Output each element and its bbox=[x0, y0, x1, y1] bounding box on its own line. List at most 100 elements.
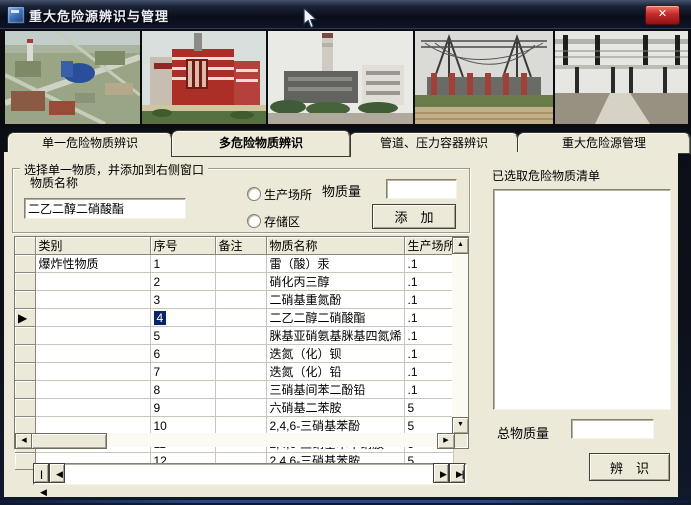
cell-category[interactable] bbox=[35, 381, 150, 399]
tab-single-substance[interactable]: 单一危险物质辨识 bbox=[8, 133, 172, 153]
hscroll-thumb[interactable] bbox=[31, 433, 107, 449]
cell-name[interactable]: 雷（酸）汞 bbox=[266, 255, 404, 273]
cell-seq[interactable]: 8 bbox=[150, 381, 215, 399]
cell-category[interactable] bbox=[35, 363, 150, 381]
cell-note[interactable] bbox=[215, 255, 266, 273]
cell-category[interactable] bbox=[35, 273, 150, 291]
row-indicator[interactable] bbox=[15, 273, 35, 291]
row-indicator[interactable] bbox=[15, 417, 35, 435]
row-indicator[interactable] bbox=[15, 381, 35, 399]
cell-name[interactable]: 二硝基重氮酚 bbox=[266, 291, 404, 309]
quantity-input[interactable] bbox=[386, 179, 457, 199]
cell-site-value[interactable]: 5 bbox=[404, 399, 453, 417]
record-first-button[interactable]: |◀ bbox=[33, 463, 49, 483]
cell-site-value[interactable]: .1 bbox=[404, 309, 453, 327]
tab-hazard-management[interactable]: 重大危险源管理 bbox=[518, 133, 690, 153]
cell-category[interactable]: 爆炸性物质 bbox=[35, 255, 150, 273]
cell-category[interactable] bbox=[35, 345, 150, 363]
row-indicator[interactable] bbox=[15, 363, 35, 381]
cell-name[interactable]: 迭氮（化）钡 bbox=[266, 345, 404, 363]
row-indicator[interactable] bbox=[15, 345, 35, 363]
cell-site-value[interactable]: .1 bbox=[404, 381, 453, 399]
table-row[interactable]: 9 六硝基二苯胺5 bbox=[15, 399, 453, 417]
table-row[interactable]: 10 2,4,6-三硝基苯酚5 bbox=[15, 417, 453, 435]
column-header-category[interactable]: 类别 bbox=[35, 237, 150, 255]
cell-name[interactable]: 迭氮（化）铅 bbox=[266, 363, 404, 381]
cell-site-value[interactable]: .1 bbox=[404, 363, 453, 381]
cell-site-value[interactable]: .1 bbox=[404, 291, 453, 309]
cell-seq[interactable]: 9 bbox=[150, 399, 215, 417]
cell-site-value[interactable]: .1 bbox=[404, 273, 453, 291]
scroll-up-button[interactable]: ▲ bbox=[452, 237, 469, 254]
add-button[interactable]: 添 加 bbox=[372, 204, 456, 229]
cell-name[interactable]: 三硝基间苯二酚铅 bbox=[266, 381, 404, 399]
row-indicator[interactable]: ▶ bbox=[15, 309, 35, 327]
table-row[interactable]: 3 二硝基重氮酚.1 bbox=[15, 291, 453, 309]
record-last-button[interactable]: ▶| bbox=[449, 463, 465, 483]
table-row[interactable]: 2 硝化丙三醇.1 bbox=[15, 273, 453, 291]
cell-note[interactable] bbox=[215, 291, 266, 309]
column-header-seq[interactable]: 序号 bbox=[150, 237, 215, 255]
cell-note[interactable] bbox=[215, 363, 266, 381]
radio-storage-area[interactable] bbox=[247, 214, 261, 228]
row-indicator[interactable] bbox=[15, 255, 35, 273]
cell-note[interactable] bbox=[215, 309, 266, 327]
cell-site-value[interactable]: 5 bbox=[404, 417, 453, 435]
cell-note[interactable] bbox=[215, 345, 266, 363]
table-row[interactable]: 8 三硝基间苯二酚铅.1 bbox=[15, 381, 453, 399]
radio-production-site[interactable] bbox=[247, 187, 261, 201]
cell-name[interactable]: 六硝基二苯胺 bbox=[266, 399, 404, 417]
cell-site-value[interactable]: .1 bbox=[404, 255, 453, 273]
scroll-right-button[interactable]: ▶ bbox=[437, 433, 455, 449]
table-row[interactable]: 7 迭氮（化）铅.1 bbox=[15, 363, 453, 381]
record-prev-button[interactable]: ◀ bbox=[49, 463, 65, 483]
cell-name[interactable]: 硝化丙三醇 bbox=[266, 273, 404, 291]
scroll-down-button[interactable]: ▼ bbox=[452, 417, 469, 434]
record-next-button[interactable]: ▶ bbox=[433, 463, 449, 483]
grid-vscrollbar[interactable] bbox=[452, 237, 467, 432]
column-header-site[interactable]: 生产场所 bbox=[404, 237, 453, 255]
cell-category[interactable] bbox=[35, 291, 150, 309]
table-row[interactable]: 爆炸性物质1 雷（酸）汞.1 bbox=[15, 255, 453, 273]
column-header-note[interactable]: 备注 bbox=[215, 237, 266, 255]
cell-name[interactable]: 2,4,6-三硝基苯酚 bbox=[266, 417, 404, 435]
cell-name[interactable]: 二乙二醇二硝酸酯 bbox=[266, 309, 404, 327]
cell-seq[interactable]: 4 bbox=[150, 309, 215, 327]
substance-name-input[interactable] bbox=[24, 198, 186, 219]
cell-category[interactable] bbox=[35, 399, 150, 417]
cell-site-value[interactable]: .1 bbox=[404, 327, 453, 345]
table-row[interactable]: 5 脒基亚硝氨基脒基四氮烯.1 bbox=[15, 327, 453, 345]
cell-category[interactable] bbox=[35, 309, 150, 327]
cell-site-value[interactable]: .1 bbox=[404, 345, 453, 363]
cell-seq[interactable]: 7 bbox=[150, 363, 215, 381]
radio-storage-label[interactable]: 存储区 bbox=[264, 213, 300, 230]
row-indicator[interactable] bbox=[15, 327, 35, 345]
cell-name[interactable]: 脒基亚硝氨基脒基四氮烯 bbox=[266, 327, 404, 345]
tab-multi-substance[interactable]: 多危险物质辨识 bbox=[172, 131, 350, 156]
close-button[interactable]: ✕ bbox=[645, 5, 680, 25]
cell-note[interactable] bbox=[215, 381, 266, 399]
row-indicator[interactable] bbox=[15, 453, 35, 470]
cell-seq[interactable]: 2 bbox=[150, 273, 215, 291]
table-row[interactable]: ▶ 4 二乙二醇二硝酸酯.1 bbox=[15, 309, 453, 327]
tab-pipe-vessel[interactable]: 管道、压力容器辨识 bbox=[350, 133, 518, 153]
total-quantity-input[interactable] bbox=[571, 419, 654, 439]
cell-note[interactable] bbox=[215, 273, 266, 291]
cell-seq[interactable]: 1 bbox=[150, 255, 215, 273]
radio-production-label[interactable]: 生产场所 bbox=[264, 186, 312, 203]
identify-button[interactable]: 辨 识 bbox=[589, 453, 670, 481]
cell-note[interactable] bbox=[215, 327, 266, 345]
table-row[interactable]: 6 迭氮（化）钡.1 bbox=[15, 345, 453, 363]
cell-note[interactable] bbox=[215, 399, 266, 417]
row-indicator[interactable] bbox=[15, 399, 35, 417]
cell-note[interactable] bbox=[215, 417, 266, 435]
row-indicator[interactable] bbox=[15, 291, 35, 309]
cell-seq[interactable]: 3 bbox=[150, 291, 215, 309]
cell-seq[interactable]: 5 bbox=[150, 327, 215, 345]
cell-seq[interactable]: 6 bbox=[150, 345, 215, 363]
column-header-name[interactable]: 物质名称 bbox=[266, 237, 404, 255]
cell-category[interactable] bbox=[35, 327, 150, 345]
selected-substances-listbox[interactable] bbox=[493, 189, 671, 410]
cell-seq[interactable]: 10 bbox=[150, 417, 215, 435]
cell-category[interactable] bbox=[35, 417, 150, 435]
